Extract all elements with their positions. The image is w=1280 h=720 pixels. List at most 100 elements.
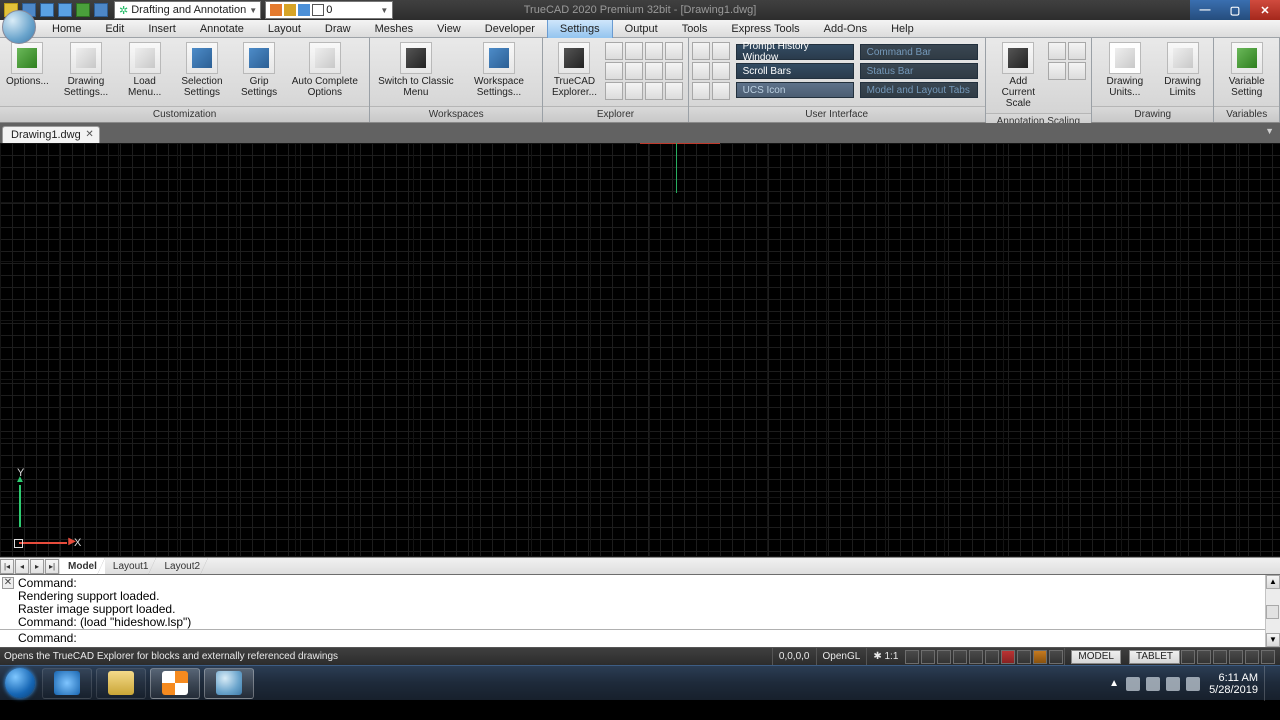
task-vlc[interactable]: [150, 668, 200, 699]
tray-flag-icon[interactable]: [1126, 677, 1140, 691]
osnap-toggle-icon[interactable]: [969, 650, 983, 664]
menu-output[interactable]: Output: [613, 20, 670, 38]
anno-sml-4[interactable]: [1068, 62, 1086, 80]
variable-setting-button[interactable]: Variable Setting: [1217, 40, 1276, 100]
menu-edit[interactable]: Edit: [93, 20, 136, 38]
explorer-small-3[interactable]: [645, 42, 663, 60]
document-tab-close-icon[interactable]: ✕: [85, 129, 93, 140]
menu-developer[interactable]: Developer: [473, 20, 547, 38]
explorer-small-7[interactable]: [645, 62, 663, 80]
status-annoscale[interactable]: ✱ 1:1: [866, 648, 904, 666]
status-renderer[interactable]: OpenGL: [816, 648, 867, 666]
task-explorer[interactable]: [96, 668, 146, 699]
qat-save-icon[interactable]: [40, 3, 54, 17]
menu-addons[interactable]: Add-Ons: [812, 20, 879, 38]
taskbar-clock[interactable]: 6:11 AM 5/28/2019: [1209, 672, 1258, 696]
switch-classic-button[interactable]: Switch to Classic Menu: [373, 40, 459, 100]
workspace-selector[interactable]: Drafting and Annotation: [114, 1, 261, 19]
qp-toggle-icon[interactable]: [1033, 650, 1047, 664]
scroll-grip-icon[interactable]: [1266, 605, 1279, 619]
otrack-toggle-icon[interactable]: [985, 650, 999, 664]
layout-next-button[interactable]: ▸: [30, 559, 44, 574]
explorer-small-5[interactable]: [605, 62, 623, 80]
tray-power-icon[interactable]: [1146, 677, 1160, 691]
app-logo-icon[interactable]: [2, 10, 36, 44]
menu-draw[interactable]: Draw: [313, 20, 363, 38]
grip-settings-button[interactable]: Grip Settings: [235, 40, 284, 100]
close-button[interactable]: ✕: [1250, 0, 1280, 20]
customize-status-icon[interactable]: [1197, 650, 1211, 664]
menu-home[interactable]: Home: [40, 20, 93, 38]
ui-sml-1[interactable]: [692, 42, 710, 60]
drawing-limits-button[interactable]: Drawing Limits: [1155, 40, 1211, 100]
scroll-bars-toggle[interactable]: Scroll Bars: [736, 63, 854, 79]
add-current-scale-button[interactable]: Add Current Scale: [989, 40, 1048, 111]
explorer-small-12[interactable]: [665, 82, 683, 100]
command-input[interactable]: Command:: [0, 629, 1280, 646]
layer-selector[interactable]: 0: [265, 1, 393, 19]
menu-express[interactable]: Express Tools: [719, 20, 811, 38]
explorer-small-4[interactable]: [665, 42, 683, 60]
isolate-icon[interactable]: [1229, 650, 1243, 664]
command-scrollbar[interactable]: ▲ ▼: [1265, 575, 1280, 647]
sc-toggle-icon[interactable]: [1049, 650, 1063, 664]
menu-help[interactable]: Help: [879, 20, 926, 38]
polar-toggle-icon[interactable]: [953, 650, 967, 664]
explorer-small-2[interactable]: [625, 42, 643, 60]
start-button[interactable]: [0, 666, 40, 701]
menu-insert[interactable]: Insert: [136, 20, 188, 38]
document-tab[interactable]: Drawing1.dwg ✕: [2, 126, 100, 143]
layout-last-button[interactable]: ▸|: [45, 559, 59, 574]
truecad-explorer-button[interactable]: TrueCAD Explorer...: [546, 40, 602, 100]
autocomplete-button[interactable]: Auto Complete Options: [284, 40, 367, 100]
ortho-toggle-icon[interactable]: [937, 650, 951, 664]
workspace-settings-button[interactable]: Workspace Settings...: [459, 40, 540, 100]
settings-gear-icon[interactable]: [1181, 650, 1195, 664]
command-window-close-icon[interactable]: ✕: [2, 577, 14, 589]
load-menu-button[interactable]: Load Menu...: [120, 40, 169, 100]
anno-sml-2[interactable]: [1068, 42, 1086, 60]
tray-chevron-icon[interactable]: ▲: [1109, 678, 1119, 689]
explorer-small-10[interactable]: [625, 82, 643, 100]
qat-saveall-icon[interactable]: [58, 3, 72, 17]
scroll-down-icon[interactable]: ▼: [1266, 633, 1280, 647]
ui-sml-6[interactable]: [712, 82, 730, 100]
explorer-small-11[interactable]: [645, 82, 663, 100]
explorer-small-8[interactable]: [665, 62, 683, 80]
menu-tools[interactable]: Tools: [670, 20, 720, 38]
minimize-button[interactable]: —: [1190, 0, 1220, 20]
status-model-chip[interactable]: MODEL: [1071, 650, 1121, 664]
snap-toggle-icon[interactable]: [905, 650, 919, 664]
layout-tab-layout1[interactable]: Layout1: [105, 558, 157, 575]
prompt-history-toggle[interactable]: Prompt History Window: [736, 44, 854, 60]
menu-meshes[interactable]: Meshes: [363, 20, 426, 38]
drawing-units-button[interactable]: 1'-4" Drawing Units...: [1095, 40, 1155, 100]
lwt-toggle-icon[interactable]: [1001, 650, 1015, 664]
maximize-button[interactable]: ▢: [1220, 0, 1250, 20]
tray-volume-icon[interactable]: [1186, 677, 1200, 691]
menu-settings[interactable]: Settings: [547, 20, 613, 38]
ui-sml-4[interactable]: [712, 62, 730, 80]
layout-prev-button[interactable]: ◂: [15, 559, 29, 574]
ui-sml-2[interactable]: [712, 42, 730, 60]
layout-first-button[interactable]: |◂: [0, 559, 14, 574]
ui-sml-3[interactable]: [692, 62, 710, 80]
model-layout-tabs-toggle[interactable]: Model and Layout Tabs: [860, 82, 978, 98]
layout-tab-layout2[interactable]: Layout2: [156, 558, 208, 575]
anno-sml-1[interactable]: [1048, 42, 1066, 60]
ucs-icon-toggle[interactable]: UCS Icon: [736, 82, 854, 98]
task-truecad[interactable]: [204, 668, 254, 699]
clean-screen-icon[interactable]: [1213, 650, 1227, 664]
options-button[interactable]: Options...: [3, 40, 52, 89]
hardware-accel-icon[interactable]: [1245, 650, 1259, 664]
explorer-small-1[interactable]: [605, 42, 623, 60]
help-icon[interactable]: [1261, 650, 1275, 664]
drawing-canvas[interactable]: Y X: [0, 143, 1280, 557]
qat-export-icon[interactable]: [94, 3, 108, 17]
status-bar-toggle[interactable]: Status Bar: [860, 63, 978, 79]
qat-import-icon[interactable]: [76, 3, 90, 17]
scroll-up-icon[interactable]: ▲: [1266, 575, 1280, 589]
tray-network-icon[interactable]: [1166, 677, 1180, 691]
explorer-small-9[interactable]: [605, 82, 623, 100]
menu-annotate[interactable]: Annotate: [188, 20, 256, 38]
